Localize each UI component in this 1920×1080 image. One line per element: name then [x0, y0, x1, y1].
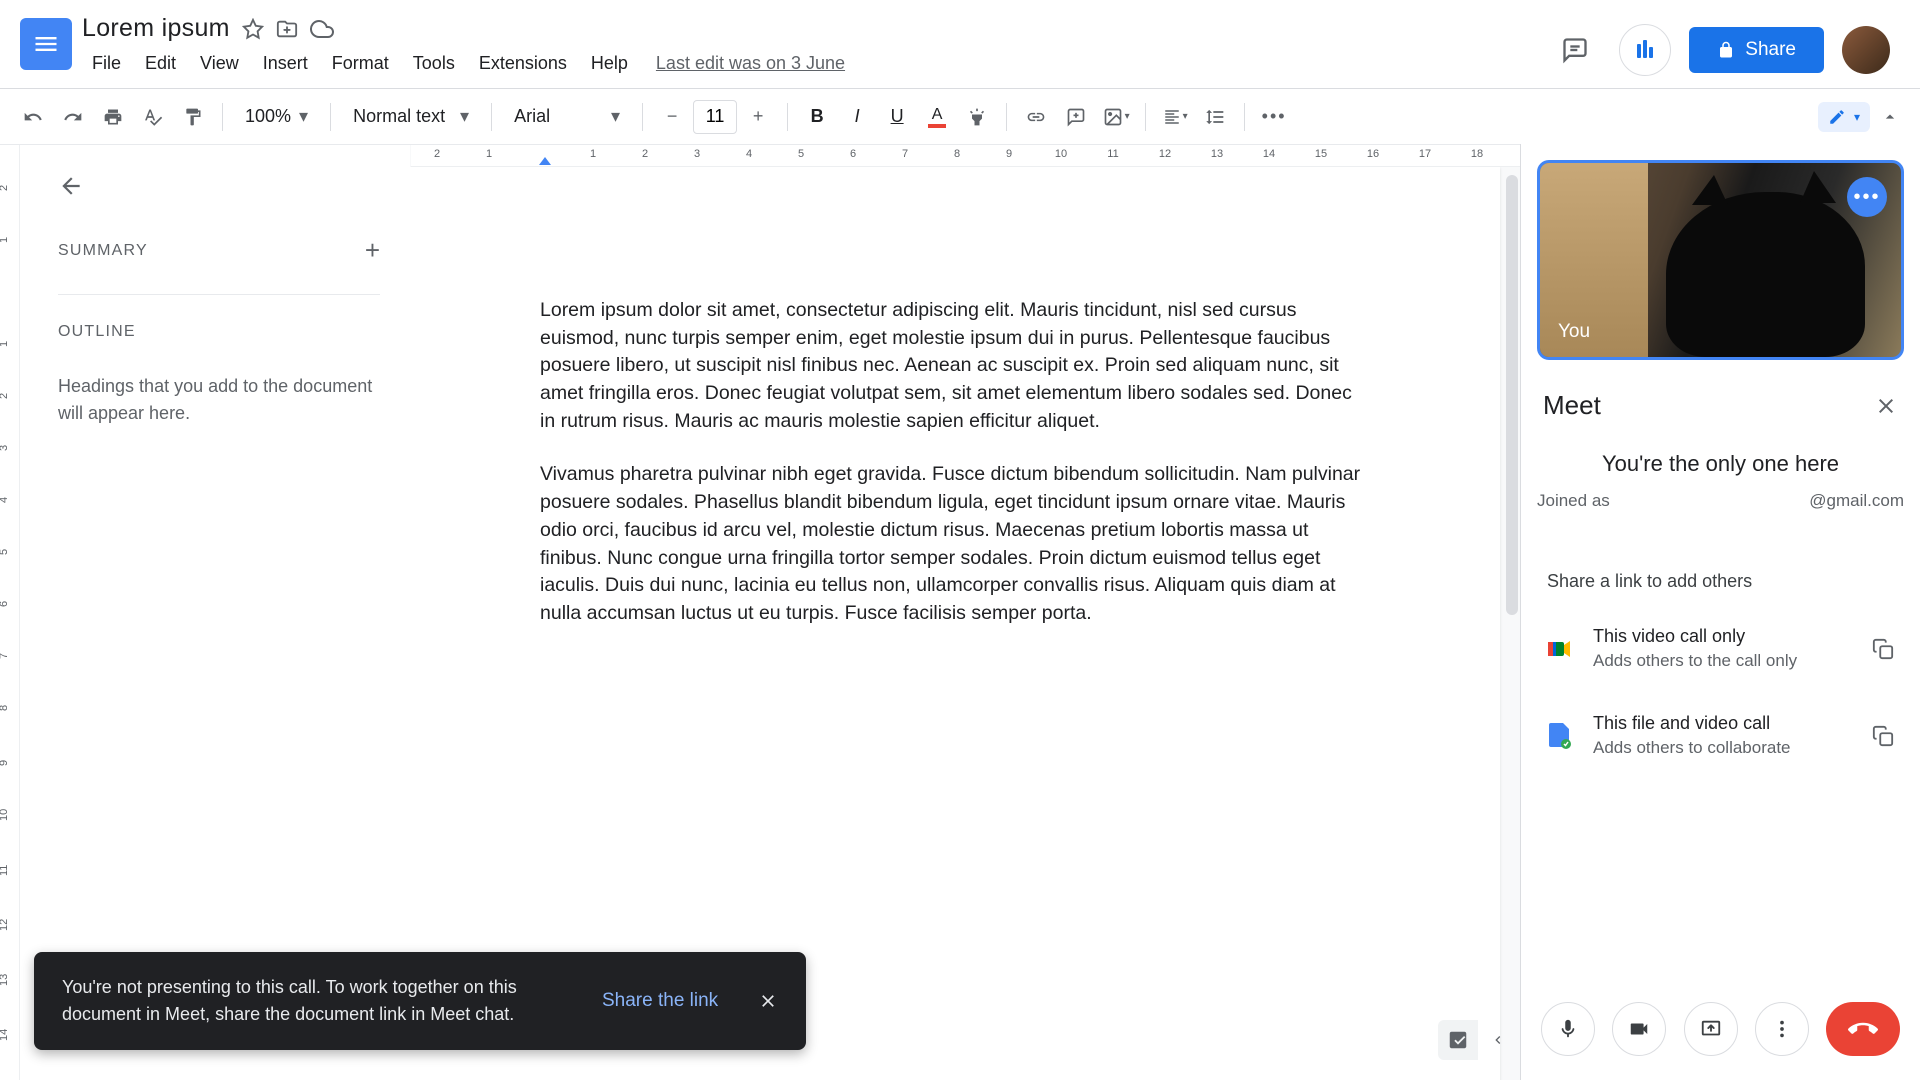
explore-button[interactable] [1438, 1020, 1478, 1060]
copy-link-button[interactable] [1872, 638, 1894, 660]
font-size-decrease[interactable]: − [653, 98, 691, 136]
outline-panel: SUMMARY + OUTLINE Headings that you add … [20, 145, 410, 1080]
present-button[interactable] [1684, 1002, 1738, 1056]
insert-link-button[interactable] [1017, 98, 1055, 136]
outline-hint: Headings that you add to the document wi… [58, 373, 380, 427]
docs-share-icon [1547, 723, 1573, 749]
paint-format-button[interactable] [174, 98, 212, 136]
editing-mode-button[interactable]: ▾ [1818, 102, 1870, 132]
font-value: Arial [514, 106, 550, 127]
spellcheck-button[interactable] [134, 98, 172, 136]
vertical-ruler: 2 1 1 2 3 4 5 6 7 8 9 10 11 12 13 14 [0, 145, 20, 1080]
toast-action-link[interactable]: Share the link [602, 990, 718, 1012]
zoom-value: 100% [245, 106, 291, 127]
share-option-subtitle: Adds others to collaborate [1593, 738, 1852, 758]
font-size-increase[interactable]: + [739, 98, 777, 136]
only-one-here: You're the only one here [1537, 451, 1904, 477]
outline-label: OUTLINE [58, 323, 136, 340]
joined-as-label: Joined as [1537, 491, 1610, 511]
text-color-button[interactable]: A [918, 98, 956, 136]
user-avatar[interactable] [1842, 26, 1890, 74]
share-button[interactable]: Share [1689, 27, 1824, 73]
toast-text: You're not presenting to this call. To w… [62, 974, 562, 1028]
menu-edit[interactable]: Edit [135, 49, 186, 78]
redo-button[interactable] [54, 98, 92, 136]
highlight-button[interactable] [958, 98, 996, 136]
italic-button[interactable]: I [838, 98, 876, 136]
insert-image-button[interactable]: ▾ [1097, 98, 1135, 136]
menu-format[interactable]: Format [322, 49, 399, 78]
menu-view[interactable]: View [190, 49, 249, 78]
menu-help[interactable]: Help [581, 49, 638, 78]
scrollbar-vertical[interactable] [1506, 175, 1518, 615]
hangup-button[interactable] [1826, 1002, 1900, 1056]
add-summary-button[interactable]: + [365, 235, 380, 266]
last-edit-link[interactable]: Last edit was on 3 June [656, 53, 845, 74]
mic-button[interactable] [1541, 1002, 1595, 1056]
share-option-subtitle: Adds others to the call only [1593, 651, 1852, 671]
insert-comment-button[interactable] [1057, 98, 1095, 136]
comments-icon[interactable] [1549, 24, 1601, 76]
horizontal-ruler: 2 1 1 2 3 4 5 6 7 8 9 10 11 12 13 14 15 … [411, 145, 1520, 167]
share-option-file-and-call[interactable]: This file and video call Adds others to … [1537, 703, 1904, 768]
style-select[interactable]: Normal text ▾ [341, 98, 481, 136]
print-button[interactable] [94, 98, 132, 136]
self-video-tile[interactable]: You ••• [1537, 160, 1904, 360]
toast-notification: You're not presenting to this call. To w… [34, 952, 806, 1050]
video-more-button[interactable]: ••• [1847, 177, 1887, 217]
menu-tools[interactable]: Tools [403, 49, 465, 78]
outline-back-button[interactable] [58, 173, 380, 199]
menu-insert[interactable]: Insert [253, 49, 318, 78]
style-value: Normal text [353, 106, 445, 127]
share-section-title: Share a link to add others [1537, 571, 1904, 592]
undo-button[interactable] [14, 98, 52, 136]
align-button[interactable]: ▾ [1156, 98, 1194, 136]
copy-link-button[interactable] [1872, 725, 1894, 747]
meet-title: Meet [1543, 390, 1601, 421]
toast-close-button[interactable] [758, 991, 778, 1011]
share-button-label: Share [1745, 39, 1796, 61]
meet-color-icon [1547, 636, 1573, 662]
meet-toggle-icon[interactable] [1619, 24, 1671, 76]
zoom-select[interactable]: 100% ▾ [233, 98, 320, 136]
more-toolbar-button[interactable]: ••• [1255, 98, 1293, 136]
meet-panel: You ••• Meet You're the only one here Jo… [1520, 144, 1920, 1080]
meet-close-button[interactable] [1874, 394, 1898, 418]
more-options-button[interactable] [1755, 1002, 1809, 1056]
summary-label: SUMMARY [58, 242, 148, 260]
collapse-toolbar-button[interactable] [1874, 101, 1906, 133]
bold-button[interactable]: B [798, 98, 836, 136]
docs-logo[interactable] [20, 18, 72, 70]
share-option-title: This file and video call [1593, 713, 1852, 734]
paragraph[interactable]: Lorem ipsum dolor sit amet, consectetur … [540, 297, 1370, 435]
camera-button[interactable] [1612, 1002, 1666, 1056]
paragraph[interactable]: Vivamus pharetra pulvinar nibh eget grav… [540, 461, 1370, 627]
document-page[interactable]: Lorem ipsum dolor sit amet, consectetur … [410, 167, 1500, 1080]
cloud-status-icon[interactable] [310, 17, 334, 41]
menu-file[interactable]: File [82, 49, 131, 78]
side-panel-toggle[interactable] [1484, 1020, 1512, 1060]
menu-extensions[interactable]: Extensions [469, 49, 577, 78]
line-spacing-button[interactable] [1196, 98, 1234, 136]
move-folder-icon[interactable] [276, 18, 298, 40]
underline-button[interactable]: U [878, 98, 916, 136]
joined-as-email: @gmail.com [1809, 491, 1904, 511]
toolbar: 100% ▾ Normal text ▾ Arial ▾ − + B I U A… [0, 88, 1920, 144]
font-select[interactable]: Arial ▾ [502, 98, 632, 136]
font-size-input[interactable] [693, 100, 737, 134]
document-title[interactable]: Lorem ipsum [82, 14, 230, 43]
share-option-call-only[interactable]: This video call only Adds others to the … [1537, 616, 1904, 681]
star-icon[interactable] [242, 18, 264, 40]
video-label: You [1558, 321, 1590, 343]
share-option-title: This video call only [1593, 626, 1852, 647]
